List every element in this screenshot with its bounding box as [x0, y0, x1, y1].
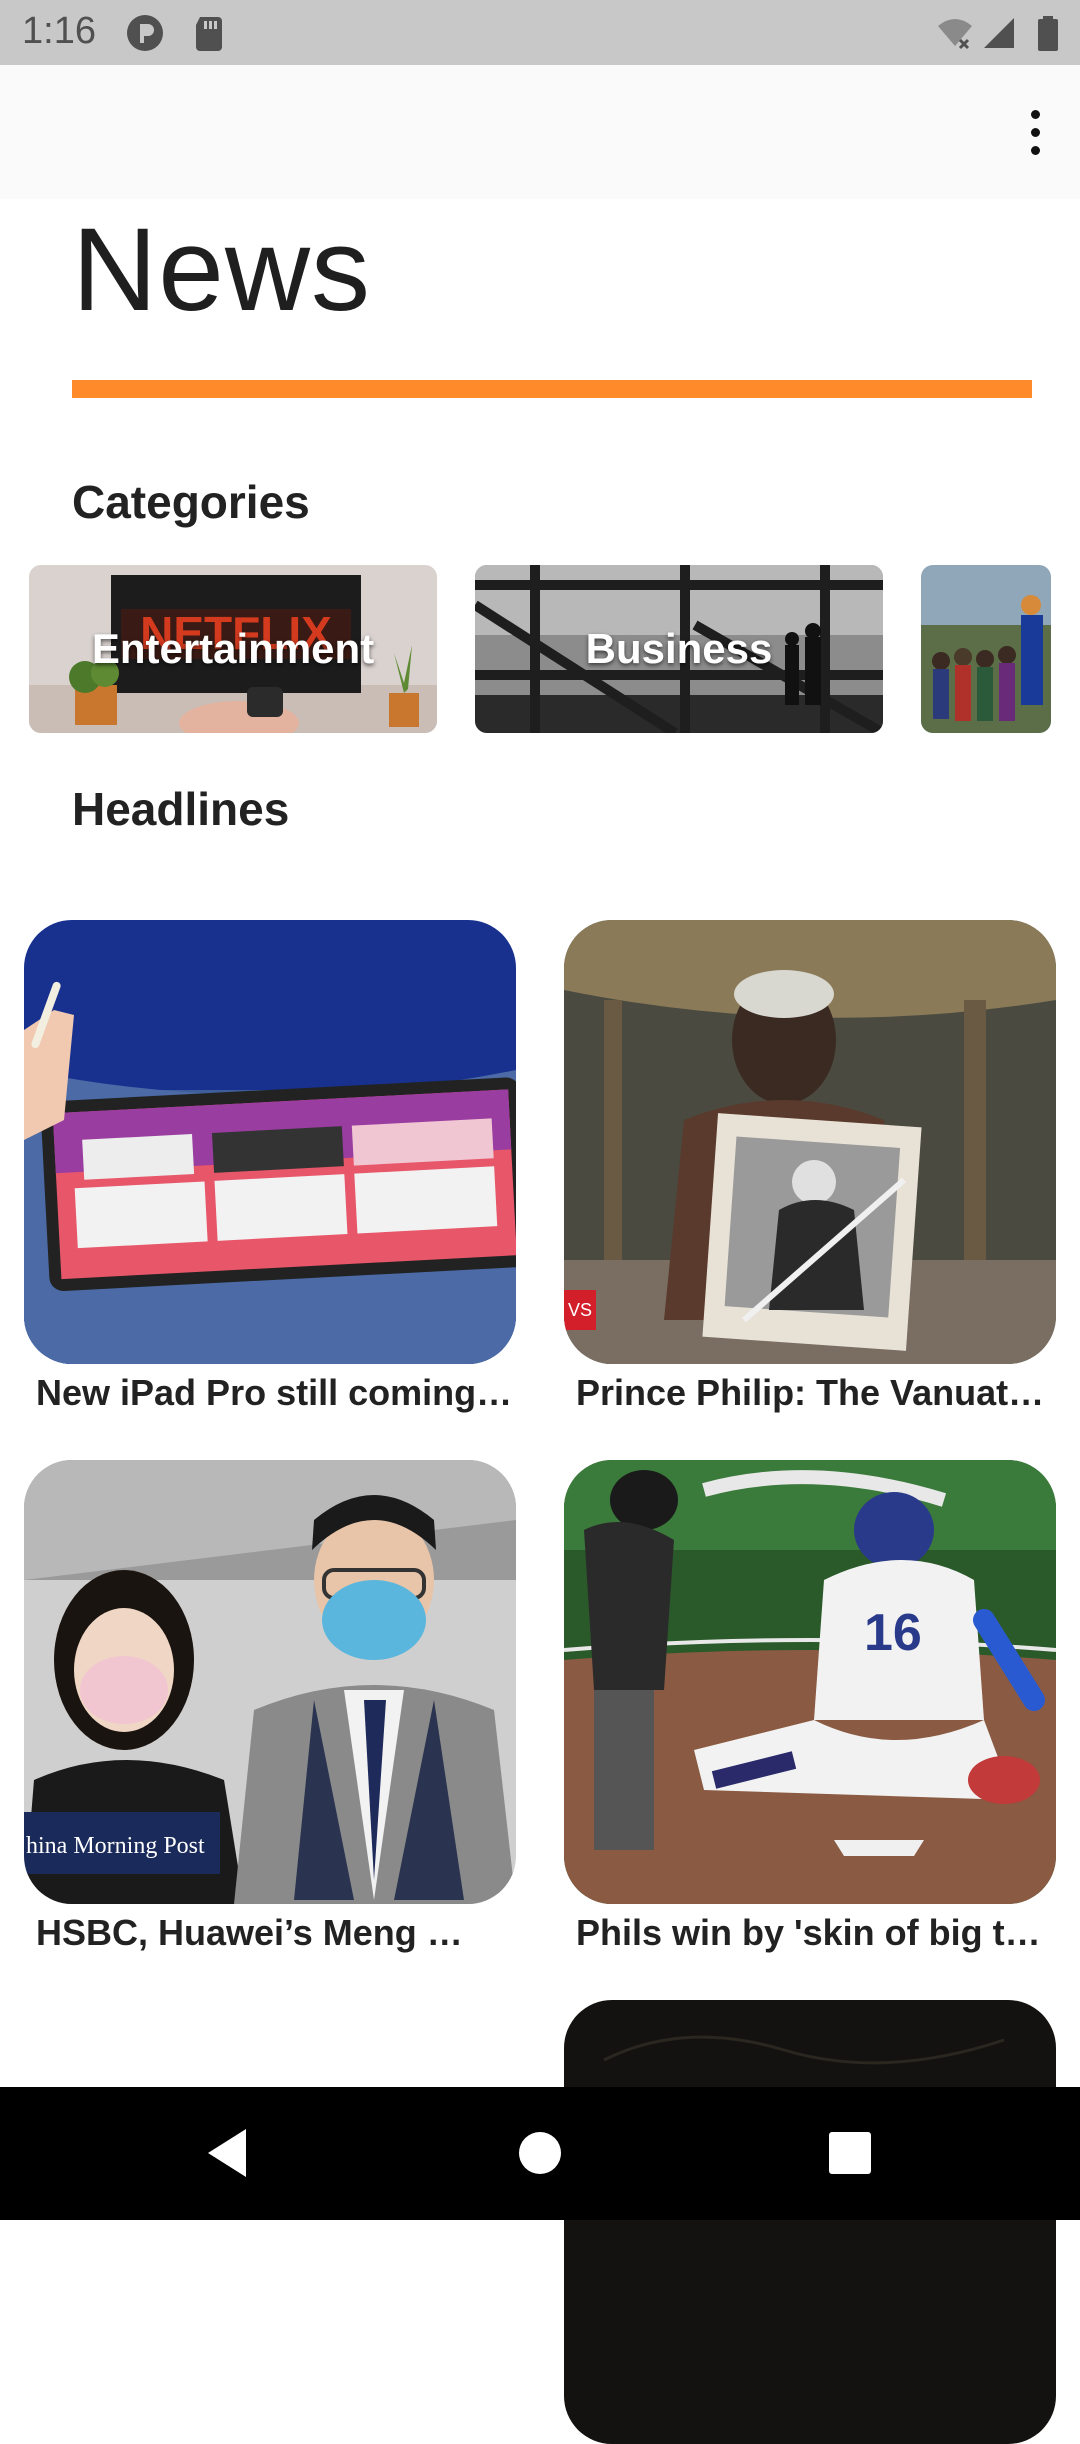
baseball-photo: 16 — [564, 1460, 1056, 1904]
headline-title: New iPad Pro still coming … — [36, 1372, 516, 1413]
status-time: 1:16 — [22, 10, 96, 52]
app-bar — [0, 65, 1080, 199]
headline-title: Phils win by 'skin of big toe… — [576, 1912, 1056, 1953]
home-circle-icon[interactable] — [510, 2123, 570, 2183]
headline-card[interactable] — [564, 2000, 1056, 2444]
headline-title: Prince Philip: The Vanuatu … — [576, 1372, 1056, 1413]
headline-card[interactable]: VS Prince Philip: The Vanuatu … — [564, 920, 1056, 1414]
meng-photo: hina Morning Post — [24, 1460, 516, 1904]
ipad-photo — [24, 920, 516, 1364]
headline-card[interactable]: 16 Phils win by 'skin of big toe… — [564, 1460, 1056, 1954]
source-watermark: hina Morning Post — [26, 1833, 205, 1859]
back-triangle-icon[interactable] — [200, 2123, 260, 2183]
signal-icon — [984, 18, 1014, 48]
dark-photo — [564, 2000, 1056, 2444]
headline-card[interactable]: hina Morning Post HSBC, Huawei’s Meng … — [24, 1460, 516, 1954]
recents-square-icon[interactable] — [820, 2123, 880, 2183]
status-bar: 1:16 — [0, 0, 1080, 65]
categories-carousel[interactable]: NETFLIX Entertainment Business — [0, 565, 1080, 733]
headline-title: HSBC, Huawei’s Meng … — [36, 1912, 463, 1953]
category-card-third[interactable] — [921, 565, 1051, 733]
headline-card[interactable]: New iPad Pro still coming … — [24, 920, 516, 1414]
wifi-off-icon — [938, 19, 972, 50]
svg-text:16: 16 — [864, 1604, 922, 1662]
vanuatu-man-photo: VS — [564, 920, 1056, 1364]
source-badge: VS — [568, 1300, 592, 1320]
battery-icon — [1038, 16, 1058, 51]
title-accent-line — [72, 380, 1032, 398]
sd-card-icon — [196, 17, 222, 51]
headlines-heading: Headlines — [72, 783, 290, 835]
system-navigation-bar — [0, 2087, 1080, 2220]
category-label: Business — [585, 625, 773, 672]
p-app-icon — [127, 15, 163, 51]
categories-heading: Categories — [72, 476, 310, 528]
page-title: News — [72, 204, 372, 336]
category-label: Entertainment — [91, 625, 375, 672]
category-card-entertainment[interactable]: NETFLIX Entertainment — [29, 565, 437, 733]
more-vert-icon[interactable] — [1012, 95, 1058, 169]
category-card-business[interactable]: Business — [475, 565, 883, 733]
category-label — [921, 565, 1051, 733]
